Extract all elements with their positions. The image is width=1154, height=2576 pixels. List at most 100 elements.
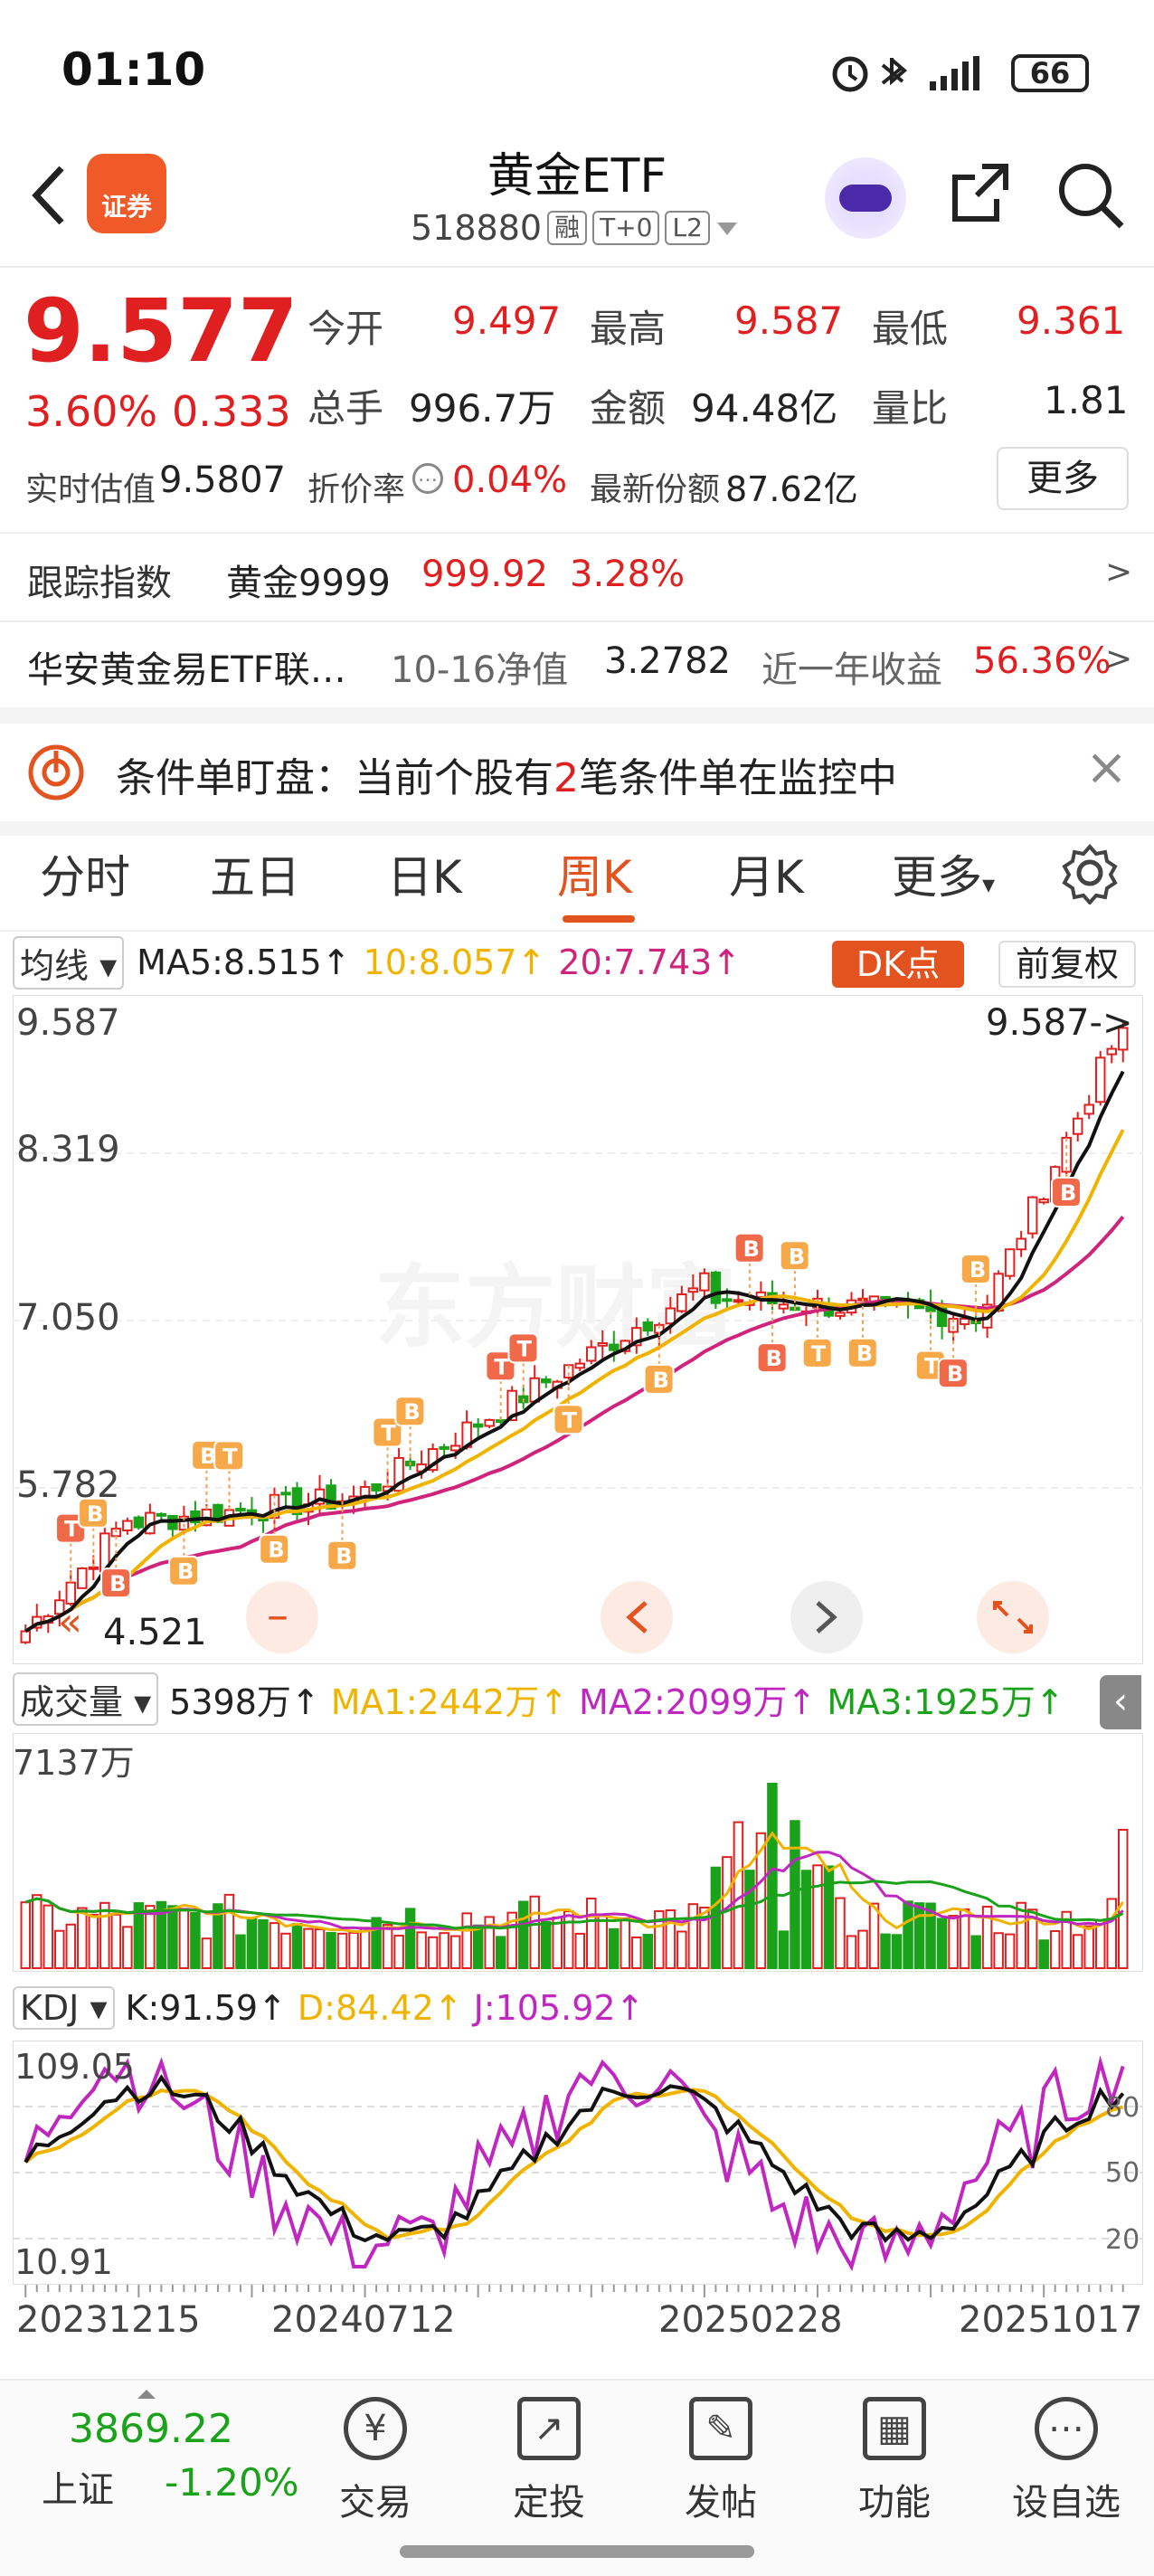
collapse-panel-button[interactable]: ‹ [1100, 1675, 1141, 1729]
volume-bar [540, 1920, 552, 1970]
volume-bar [517, 1900, 529, 1969]
volume-bar [563, 1910, 574, 1970]
nav-post[interactable]: ✎ 发帖 [662, 2381, 780, 2525]
volume-bar [936, 1918, 948, 1969]
volume-bar [744, 1870, 755, 1969]
volume-bar [326, 1931, 336, 1969]
volume-ratio-label: 量比 [872, 386, 949, 431]
current-price: 9.577 [24, 280, 298, 382]
nav-label: 10-16净值 [391, 649, 569, 691]
stock-code-row[interactable]: 518880 融 T+0 L2 [411, 208, 739, 248]
status-bar: 01:10 66 [0, 0, 1154, 136]
volume-ma3: MA3:1925万↑ [827, 1681, 1064, 1722]
volume-bar [416, 1931, 427, 1969]
search-icon[interactable] [1055, 159, 1127, 232]
signal-marker-label: B [403, 1399, 420, 1425]
signal-marker-label: B [109, 1571, 126, 1596]
volume-bar [812, 1864, 823, 1970]
track-label: 跟踪指数 [27, 563, 172, 604]
battery-icon: 66 [1011, 54, 1089, 92]
fullscreen-button[interactable] [977, 1581, 1049, 1653]
volume-bar [145, 1905, 156, 1969]
volume-bar [348, 1931, 359, 1970]
volume-bar [359, 1927, 371, 1970]
volume-bar [913, 1902, 925, 1970]
target-icon [28, 744, 84, 800]
max-note: 9.587-> [986, 1002, 1132, 1044]
kdj-chart[interactable]: 109.05 10.91 80 50 20 [13, 2041, 1143, 2285]
index-pct: -1.20% [165, 2460, 299, 2505]
volume-bar [767, 1783, 778, 1969]
share-label: 最新份额 [590, 471, 721, 508]
volume-bar [336, 1932, 348, 1970]
nav-function[interactable]: ▦ 功能 [836, 2381, 953, 2525]
kdj-dropdown[interactable]: KDJ ▾ [13, 1986, 115, 2030]
tab-more-label: 更多 [892, 851, 982, 904]
gear-icon[interactable] [1058, 841, 1121, 904]
info-icon[interactable]: … [412, 463, 443, 494]
tab-weekly-k[interactable]: 周K [557, 841, 632, 906]
tab-monthly-k[interactable]: 月K [729, 841, 804, 906]
bottom-bar: 3869.22 上证 -1.20% ¥ 交易 ↗ 定投 ✎ 发帖 ▦ 功能 ⋯ 设自选 [0, 2379, 1154, 2576]
signal-marker-label: B [177, 1559, 194, 1585]
tag-t0: T+0 [592, 211, 660, 245]
track-index-row[interactable]: 跟踪指数 黄金9999 999.92 3.28% > [0, 535, 1154, 619]
chevron-right-icon: > [1105, 554, 1133, 591]
kdj-level-80: 80 [1105, 2092, 1140, 2124]
volume-bar [404, 1908, 416, 1970]
share-icon[interactable] [946, 159, 1015, 228]
fund-row[interactable]: 华安黄金易ETF联… 10-16净值 3.2782 近一年收益 56.36% > [0, 622, 1154, 706]
volume-bar [472, 1924, 484, 1970]
volume-bar [835, 1897, 846, 1969]
close-icon[interactable]: × [1085, 738, 1128, 797]
volume-bar [427, 1936, 439, 1969]
more-button[interactable]: 更多 [997, 447, 1129, 510]
status-icons [832, 56, 979, 92]
kdj-d: D:84.42↑ [297, 1988, 463, 2028]
tab-daily-k[interactable]: 日K [387, 841, 462, 906]
amount-value: 94.48亿 [691, 386, 838, 431]
yen-icon: ¥ [344, 2397, 407, 2460]
home-indicator [400, 2545, 754, 2558]
track-pct: 3.28% [570, 554, 686, 595]
premium-label: 折价率 [307, 471, 406, 508]
stock-code: 518880 [411, 208, 543, 248]
candle [1072, 1117, 1083, 1135]
nav-invest[interactable]: ↗ 定投 [490, 2381, 608, 2525]
volume-bar [291, 1923, 303, 1970]
condition-notice[interactable]: 条件单盯盘：当前个股有2笔条件单在监控中 × [0, 724, 1154, 821]
prev-button[interactable] [601, 1581, 673, 1653]
signal-marker-label: B [653, 1368, 669, 1393]
volume-bar [303, 1927, 314, 1969]
volume-ratio-value: 1.81 [1044, 378, 1129, 422]
tab-five-day[interactable]: 五日 [210, 841, 300, 906]
tab-more[interactable]: 更多▾ [892, 841, 995, 906]
volume-bar [110, 1913, 122, 1969]
next-button[interactable] [790, 1581, 863, 1653]
double-left-icon[interactable]: « [58, 1599, 82, 1645]
ma-dropdown-label: 均线 [20, 945, 90, 986]
volume-chart[interactable]: 7137万 [13, 1733, 1143, 1972]
amount-label: 金额 [590, 386, 667, 431]
index-widget[interactable]: 3869.22 上证 -1.20% [27, 2388, 299, 2511]
ai-assistant-icon[interactable] [825, 157, 906, 239]
dk-point-button[interactable]: DK点 [832, 941, 964, 988]
volume-dropdown[interactable]: 成交量 ▾ [13, 1672, 159, 1726]
low-value: 9.361 [1017, 298, 1126, 343]
minus-icon: – [267, 1590, 288, 1641]
nav-add-watch[interactable]: ⋯ 设自选 [1007, 2381, 1125, 2525]
volume-bar [314, 1928, 326, 1970]
tab-intraday[interactable]: 分时 [40, 841, 130, 906]
nav-trade[interactable]: ¥ 交易 [317, 2381, 434, 2525]
adjust-mode-button[interactable]: 前复权 [998, 941, 1136, 988]
date-label-2: 20240712 [271, 2299, 456, 2341]
volume-bar [970, 1935, 981, 1970]
chevron-down-icon [716, 223, 737, 235]
ma-legend: 均线 ▾ MA5:8.515↑ 10:8.057↑ 20:7.743↑ [13, 935, 741, 990]
kline-chart[interactable]: 东方财富 TBB BB TB BTBTTTBBBBT B T BBB 9.587 8.319… [13, 995, 1143, 1664]
candle [597, 1341, 609, 1347]
tag-margin: 融 [547, 211, 588, 245]
ma-dropdown[interactable]: 均线 ▾ [13, 935, 125, 990]
volume-bar [461, 1912, 472, 1970]
volume-bar [65, 1923, 77, 1969]
